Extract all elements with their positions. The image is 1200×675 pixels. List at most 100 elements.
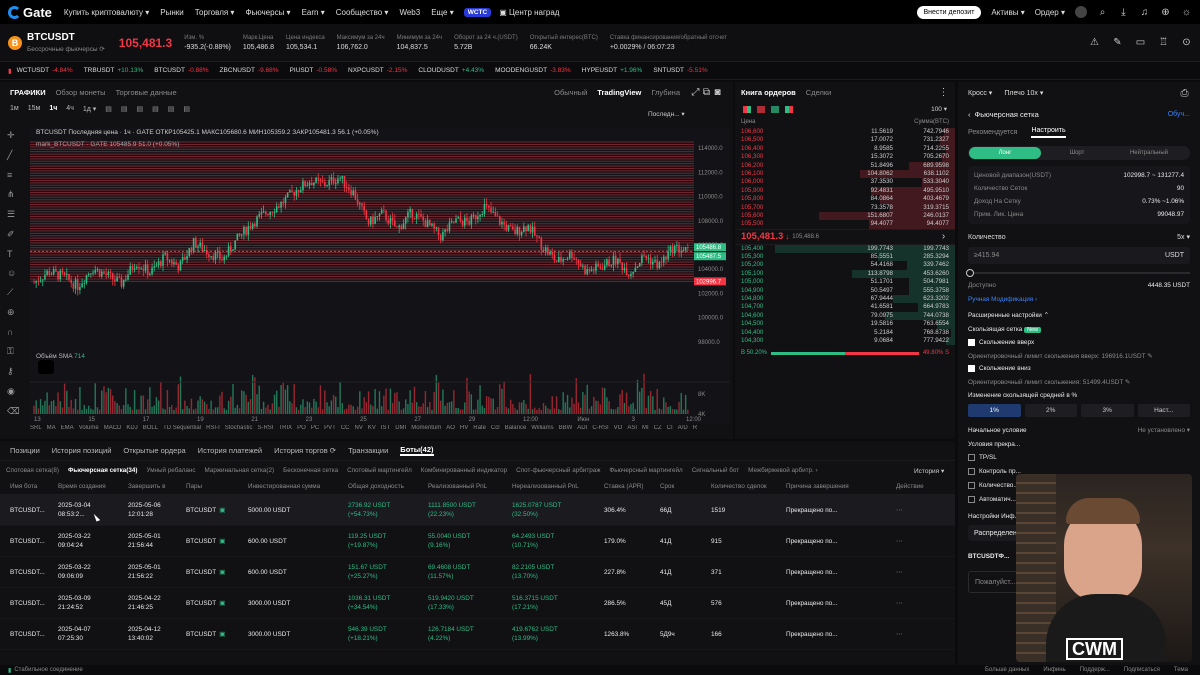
bot-type-tab[interactable]: Спот-фьючерсный арбитраж (516, 467, 600, 474)
book-view-alt-icon[interactable] (785, 105, 793, 113)
delete-icon[interactable]: ▤ (152, 105, 159, 113)
row-actions-button[interactable]: ⋯ (896, 599, 921, 607)
indicator-option[interactable]: RSI-I (206, 425, 220, 431)
leverage-select[interactable]: Плечо 10x ▾ (1004, 89, 1043, 97)
slide-down-checkbox[interactable] (968, 365, 975, 373)
indicator-option[interactable]: NV (355, 425, 363, 431)
bid-row[interactable]: 104,300 9.0684 777.9422 (735, 336, 955, 346)
bot-type-tab[interactable]: Фьючерсный мартингейл (609, 467, 682, 474)
bot-type-tab[interactable]: Маржинальная сетка(2) (205, 467, 275, 474)
text-icon[interactable]: T (7, 249, 23, 259)
table-row[interactable]: BTCUSDT... 2025-03-22 09:06:09 2025-05-01 21… (0, 557, 955, 588)
bid-row[interactable]: 105,300 85.5551 285.3294 (735, 253, 955, 262)
bot-type-tab[interactable]: Умный ребаланс (146, 467, 195, 474)
interval-option[interactable]: 1м (10, 105, 19, 112)
indicator-option[interactable]: SRL (30, 425, 42, 431)
trendline-icon[interactable]: ╱ (7, 150, 23, 161)
compare-icon[interactable]: ▤ (121, 105, 128, 113)
settings-icon[interactable]: ▤ (137, 105, 144, 113)
wctc-badge[interactable]: WCTC (463, 7, 492, 17)
indicator-option[interactable]: KDJ (126, 425, 137, 431)
bottom-tab[interactable]: Открытые ордера (123, 446, 185, 455)
list-icon[interactable]: ▤ (168, 105, 175, 113)
pen-icon[interactable]: ✎ (1112, 37, 1123, 48)
assets-menu[interactable]: Активы ▾ (991, 8, 1024, 17)
table-row[interactable]: BTCUSDT... 2025-03-22 09:04:24 2025-05-01 21… (0, 526, 955, 557)
brush-icon[interactable]: ✐ (7, 229, 23, 240)
bid-row[interactable]: 105,100 113.8798 453.6260 (735, 269, 955, 279)
row-actions-button[interactable]: ⋯ (896, 568, 921, 576)
ruler-icon[interactable]: ⟋ (7, 287, 23, 298)
avg-option[interactable]: 3% (1081, 404, 1134, 417)
tab-recommended[interactable]: Рекомендуется (968, 129, 1017, 136)
indicator-option[interactable]: CC (341, 425, 350, 431)
chevron-right-icon[interactable]: › (938, 231, 949, 242)
lock-icon[interactable]: ⚷ (7, 366, 23, 377)
avg-option[interactable]: 1% (968, 404, 1021, 417)
bottom-tab[interactable]: История торгов ⟳ (274, 446, 336, 455)
market-scroll-item[interactable]: WCTUSDT -4.84% (17, 67, 73, 74)
bot-type-tab[interactable]: Фьючерсная сетка(34) (68, 467, 137, 474)
indicators-icon[interactable]: ▤ (105, 105, 112, 113)
calculator-icon[interactable]: ⎙ (1179, 88, 1190, 99)
deposit-button[interactable]: Внести депозит (916, 5, 982, 19)
indicator-option[interactable]: TD Sequential (163, 425, 201, 431)
short-toggle[interactable]: Шорт (1041, 147, 1113, 159)
bid-row[interactable]: 104,500 19.5816 763.6554 (735, 320, 955, 329)
ask-row[interactable]: 105,900 92.4831 495.9510 (735, 186, 955, 196)
avatar[interactable] (1075, 6, 1087, 18)
bottom-tab[interactable]: История позиций (52, 446, 112, 455)
indicator-option[interactable]: TRIX (278, 425, 292, 431)
indicator-option[interactable]: DMI (395, 425, 406, 431)
market-scroll-item[interactable]: BTCUSDT -0.88% (154, 67, 208, 74)
bid-row[interactable]: 105,200 54.4168 339.7462 (735, 261, 955, 270)
qty-input[interactable]: ≥415.94 USDT (968, 247, 1190, 264)
indicator-option[interactable]: Volume (79, 425, 99, 431)
indicator-option[interactable]: PVT (324, 425, 336, 431)
indicator-option[interactable]: ADI (577, 425, 587, 431)
nav-item[interactable]: Сообщество ▾ (336, 8, 389, 17)
status-link[interactable]: Больше данных (985, 667, 1029, 673)
indicator-option[interactable]: MACD (104, 425, 122, 431)
status-link[interactable]: Поддерж... (1080, 667, 1110, 673)
interval-option[interactable]: 15м (28, 105, 41, 112)
chart-view-tab[interactable]: Глубина (651, 88, 680, 97)
indicator-option[interactable]: C-RSI (592, 425, 608, 431)
ask-row[interactable]: 106,600 11.5619 742.7946 (735, 128, 955, 137)
bottom-tab[interactable]: История платежей (198, 446, 262, 455)
nav-item[interactable]: Еще ▾ (431, 8, 454, 17)
stop-option-checkbox[interactable] (968, 496, 975, 504)
indicator-option[interactable]: EMA (61, 425, 74, 431)
bid-row[interactable]: 105,400 199.7743 199.7743 (735, 244, 955, 254)
bot-type-tab[interactable]: Комбинированный индикатор (421, 467, 507, 474)
indicator-option[interactable]: BBW (559, 425, 573, 431)
manual-modify-link[interactable]: Ручная Модификация › (968, 296, 1037, 303)
indicator-option[interactable]: PC (311, 425, 319, 431)
indicator-option[interactable]: AO (446, 425, 455, 431)
indicator-option[interactable]: PO (297, 425, 306, 431)
indicator-option[interactable]: IST (381, 425, 390, 431)
tab-custom[interactable]: Настроить (1031, 127, 1066, 138)
bid-row[interactable]: 104,700 41.6581 664.9783 (735, 303, 955, 312)
tutorial-link[interactable]: Обуч... (1168, 111, 1190, 118)
nav-item[interactable]: Web3 (399, 8, 420, 17)
indicator-option[interactable]: CI (667, 425, 673, 431)
status-link[interactable]: Тема (1174, 667, 1188, 673)
camera-icon[interactable]: ◙ (712, 87, 723, 98)
advanced-settings-toggle[interactable]: Расширенные настройки ⌃ (968, 311, 1049, 319)
row-actions-button[interactable]: ⋯ (896, 506, 921, 514)
bot-type-tab[interactable]: Спотовый мартингейл (347, 467, 412, 474)
book-view-bids-icon[interactable] (771, 105, 779, 113)
chart-tab[interactable]: Обзор монеты (56, 88, 106, 97)
indicator-option[interactable]: KV (368, 425, 376, 431)
download-icon[interactable]: ⤓ (1118, 7, 1129, 18)
market-scroll-item[interactable]: NXPCUSDT -2.15% (348, 67, 407, 74)
indicator-option[interactable]: R (693, 425, 697, 431)
indicator-option[interactable]: S-RSI (257, 425, 273, 431)
depth-select[interactable]: 100 ▾ (931, 105, 947, 113)
book-view-both-icon[interactable] (743, 105, 751, 113)
pair-link-icon[interactable]: ▣ (219, 631, 225, 638)
eye-icon[interactable]: ◉ (7, 386, 23, 397)
book-tab[interactable]: Книга ордеров (741, 88, 796, 97)
card-icon[interactable]: ▭ (1135, 37, 1146, 48)
